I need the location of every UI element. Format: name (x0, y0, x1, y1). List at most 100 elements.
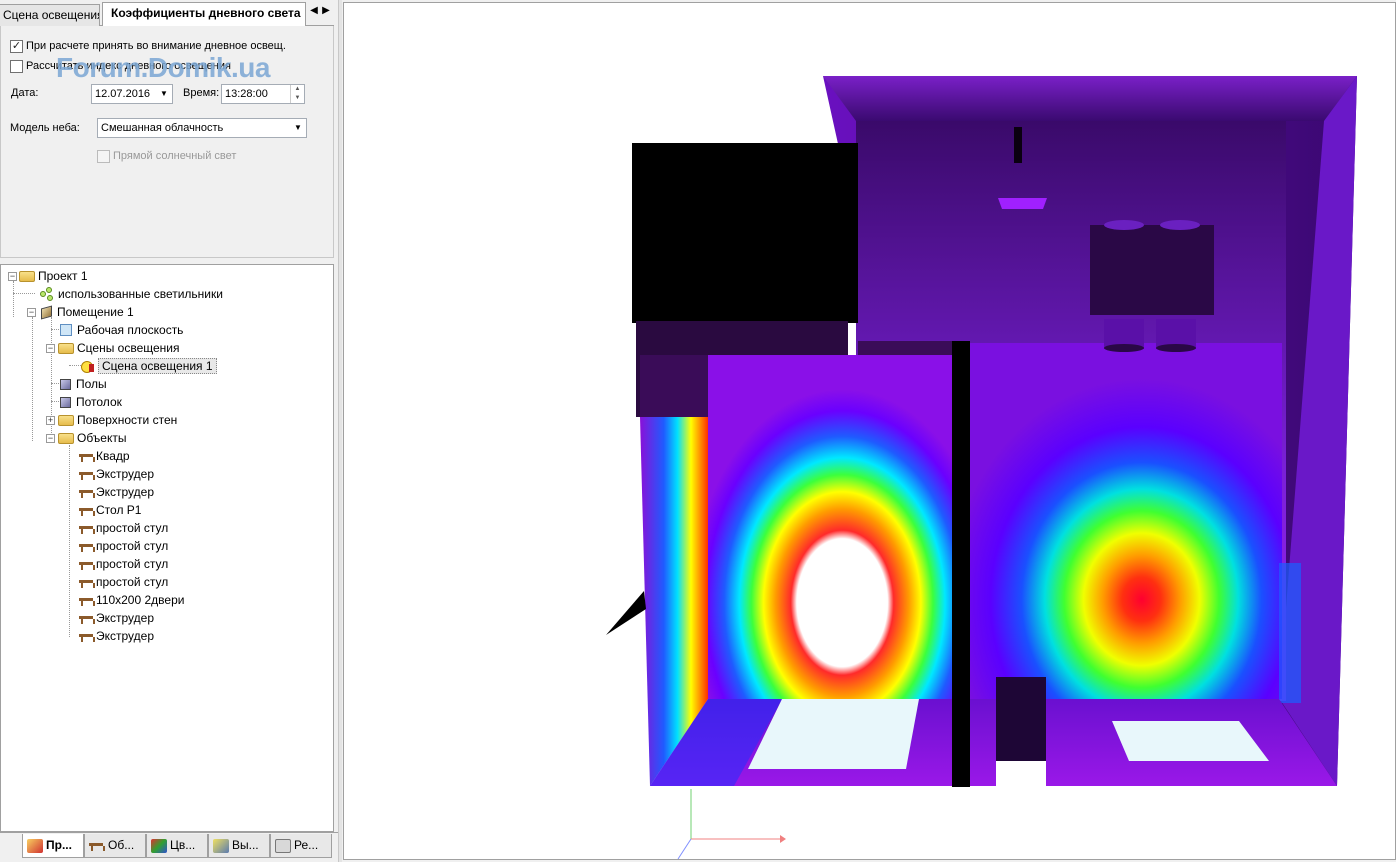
tab-label: Коэффициенты дневного света (111, 6, 301, 20)
date-picker[interactable]: 12.07.2016 ▼ (91, 84, 173, 104)
tree-node-project[interactable]: Проект 1 (19, 267, 88, 285)
sky-model-select[interactable]: Смешанная облачность ▼ (97, 118, 307, 138)
calc-daylight-index-row[interactable]: Рассчитать индекс дневного освещения (10, 58, 231, 74)
tree-node-label: Сцена освещения 1 (98, 358, 217, 374)
tree-node-object[interactable]: 110x200 2двери (79, 591, 184, 609)
tree-node-label: Рабочая плоскость (77, 323, 184, 337)
consider-daylight-checkbox[interactable]: ✓ (10, 39, 23, 53)
luminaires-icon (39, 286, 55, 302)
tree-node-label: простой стул (96, 575, 169, 589)
tab-scroll-arrows: ◀ ▶ (308, 5, 334, 23)
tab-lighting-scene[interactable]: Сцена освещения (0, 4, 100, 26)
tree-node-room[interactable]: Помещение 1 (39, 303, 134, 321)
project-tree[interactable]: Проект 1 − использованные светильники По… (0, 264, 334, 832)
collapse-icon[interactable]: − (27, 308, 36, 317)
tree-node-label: Экструдер (96, 467, 154, 481)
tree-node-object[interactable]: простой стул (79, 555, 168, 573)
tree-node-object[interactable]: Экструдер (79, 609, 154, 627)
furniture-icon (79, 594, 95, 606)
tree-node-object[interactable]: Экструдер (79, 465, 154, 483)
folder-icon (58, 414, 74, 426)
tab-daylight-factors[interactable]: Коэффициенты дневного света (102, 2, 306, 27)
tree-node-scene-1[interactable]: Сцена освещения 1 (81, 357, 217, 375)
tree-node-label: Экструдер (96, 611, 154, 625)
furniture-icon (79, 450, 95, 462)
tab-colors[interactable]: Цв... (146, 834, 208, 858)
tree-node-wall-surfaces[interactable]: Поверхности стен (58, 411, 177, 429)
tree-node-label: Потолок (76, 395, 122, 409)
date-label: Дата: (11, 87, 39, 99)
tree-node-object[interactable]: простой стул (79, 537, 168, 555)
folder-icon (19, 270, 35, 282)
furniture-icon (79, 558, 95, 570)
collapse-icon[interactable]: − (8, 272, 17, 281)
tab-label: Сцена освещения (3, 8, 100, 22)
tab-label: Вы... (232, 838, 259, 852)
tab-label: Ре... (294, 838, 319, 852)
tree-node-label: Проект 1 (38, 269, 88, 283)
tree-node-object[interactable]: Стол Р1 (79, 501, 141, 519)
tree-node-object[interactable]: простой стул (79, 519, 168, 537)
time-spinner[interactable]: 13:28:00 ▲ ▼ (221, 84, 305, 104)
date-value: 12.07.2016 (95, 88, 151, 100)
tree-node-label: Помещение 1 (57, 305, 134, 319)
tree-node-label: Экструдер (96, 485, 154, 499)
folder-icon (58, 342, 74, 354)
tree-node-object[interactable]: Экструдер (79, 483, 154, 501)
tab-next-arrow-icon[interactable]: ▶ (320, 5, 332, 16)
tree-node-label: использованные светильники (58, 287, 223, 301)
tree-node-label: простой стул (96, 557, 169, 571)
tree-node-used-luminaires[interactable]: использованные светильники (39, 285, 223, 303)
furniture-icon (79, 522, 95, 534)
furniture-icon (79, 468, 95, 480)
lighting-scene-icon (81, 359, 95, 373)
chevron-down-icon[interactable]: ▼ (158, 87, 170, 101)
colors-icon (151, 838, 167, 853)
tree-node-scenes-folder[interactable]: Сцены освещения (58, 339, 180, 357)
furniture-icon (79, 576, 95, 588)
expand-icon[interactable]: + (46, 416, 55, 425)
tree-node-label: простой стул (96, 539, 169, 553)
project-icon (27, 838, 43, 853)
work-plane-icon (60, 324, 72, 336)
tree-node-label: 110x200 2двери (96, 593, 185, 607)
consider-daylight-row[interactable]: ✓ При расчете принять во внимание дневно… (10, 38, 286, 54)
app-window: Сцена освещения Коэффициенты дневного св… (0, 0, 1396, 862)
3d-viewport[interactable] (343, 2, 1396, 860)
spin-updown-icon[interactable]: ▲ ▼ (290, 85, 304, 103)
tab-output[interactable]: Вы... (208, 834, 270, 858)
direct-sun-checkbox (97, 149, 110, 163)
direct-sun-label: Прямой солнечный свет (113, 150, 237, 162)
room-icon (41, 305, 52, 319)
folder-icon (58, 432, 74, 444)
tab-prev-arrow-icon[interactable]: ◀ (308, 5, 320, 16)
tree-node-ceiling[interactable]: Потолок (58, 393, 122, 411)
output-icon (213, 838, 229, 853)
chevron-down-icon[interactable]: ▼ (292, 121, 304, 135)
sky-model-label: Модель неба: (10, 122, 80, 134)
tree-node-label: Поверхности стен (77, 413, 178, 427)
tree-node-work-plane[interactable]: Рабочая плоскость (58, 321, 183, 339)
tree-node-object[interactable]: простой стул (79, 573, 168, 591)
tree-node-floors[interactable]: Полы (58, 375, 107, 393)
tree-node-object[interactable]: Квадр (79, 447, 130, 465)
tab-project[interactable]: Пр... (22, 834, 84, 858)
tab-results[interactable]: Ре... (270, 834, 332, 858)
tree-node-objects-folder[interactable]: Объекты (58, 429, 127, 447)
panel-splitter[interactable] (338, 0, 342, 862)
tree-node-label: Экструдер (96, 629, 154, 643)
tree-node-label: Объекты (77, 431, 127, 445)
tree-node-object[interactable]: Экструдер (79, 627, 154, 645)
calc-daylight-index-checkbox[interactable] (10, 59, 23, 73)
tab-label: Пр... (46, 838, 72, 852)
tab-objects[interactable]: Об... (84, 834, 146, 858)
false-color-render (606, 76, 1357, 859)
furniture-icon (79, 504, 95, 516)
consider-daylight-label: При расчете принять во внимание дневное … (26, 40, 286, 52)
tree-node-label: Стол Р1 (96, 503, 142, 517)
furniture-icon (79, 486, 95, 498)
surface-icon (60, 378, 71, 390)
collapse-icon[interactable]: − (46, 434, 55, 443)
collapse-icon[interactable]: − (46, 344, 55, 353)
tree-node-label: Сцены освещения (77, 341, 180, 355)
